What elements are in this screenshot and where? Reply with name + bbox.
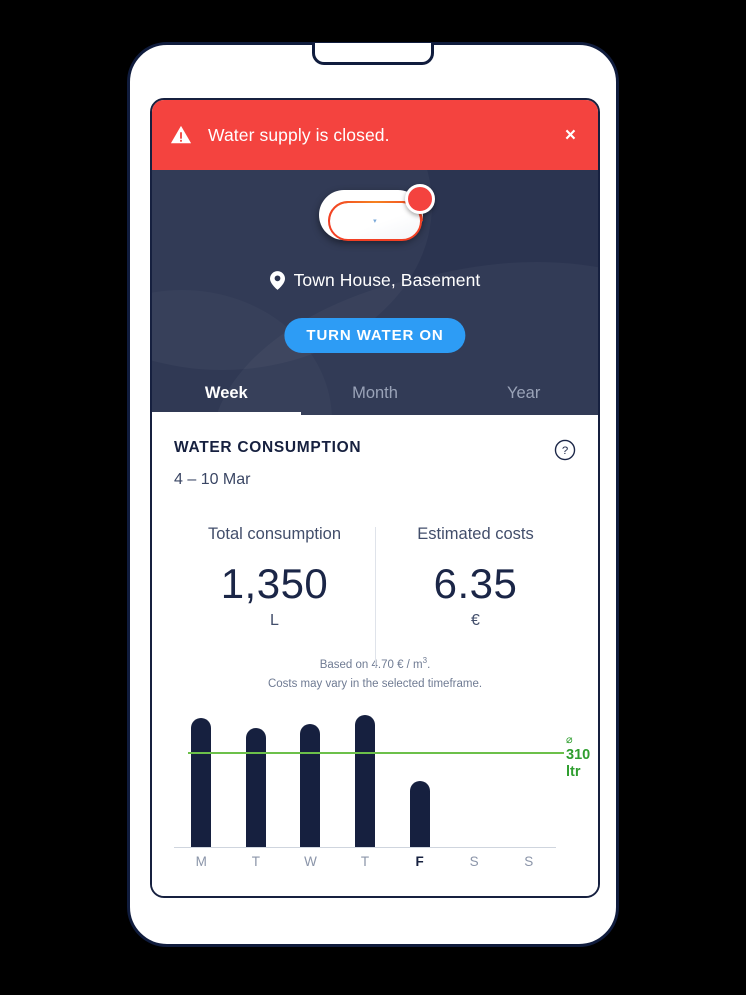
status-badge xyxy=(405,184,435,214)
stats-divider xyxy=(375,527,376,667)
chart-baseline xyxy=(174,846,556,849)
fine-print-line-2: Costs may vary in the selected timeframe… xyxy=(267,677,483,690)
chart-plot-area xyxy=(174,714,556,848)
location-row: Town House, Basement xyxy=(152,270,598,291)
warning-triangle-icon xyxy=(170,125,192,144)
chart-x-label: T xyxy=(360,853,370,869)
tab-year[interactable]: Year xyxy=(449,371,598,415)
average-symbol-icon: ⌀ xyxy=(566,733,573,746)
chart-x-axis: MTWTFSS xyxy=(174,854,556,869)
water-consumption-card: WATER CONSUMPTION ? 4 – 10 Mar Total con… xyxy=(152,415,598,896)
fine-print-rate: Based on 4.70 € / m xyxy=(319,658,423,671)
chart-x-label: F xyxy=(415,853,424,869)
water-valve-device-icon[interactable]: ▾ xyxy=(315,184,435,246)
chart-x-label: T xyxy=(251,853,260,869)
stat-total-consumption: Total consumption 1,350 L xyxy=(174,525,375,630)
fine-print-period: . xyxy=(427,658,431,671)
chart-x-label: S xyxy=(524,853,534,869)
close-icon[interactable]: × xyxy=(563,122,578,149)
tab-month[interactable]: Month xyxy=(301,371,450,415)
card-header: WATER CONSUMPTION ? xyxy=(174,439,576,461)
alert-message: Water supply is closed. xyxy=(208,124,390,145)
water-drop-icon: ▾ xyxy=(373,218,377,225)
alert-banner: Water supply is closed. × xyxy=(152,100,598,170)
chart-x-label: M xyxy=(195,853,207,869)
chart-bar[interactable] xyxy=(191,717,212,848)
stat-value: 1,350 xyxy=(220,560,329,607)
svg-text:?: ? xyxy=(562,445,568,457)
date-range-label: 4 – 10 Mar xyxy=(174,471,251,488)
phone-notch xyxy=(312,43,434,65)
chart-x-label: W xyxy=(304,853,317,869)
stat-label: Estimated costs xyxy=(417,525,534,543)
average-unit: ltr xyxy=(566,763,581,780)
stats-row: Total consumption 1,350 L Estimated cost… xyxy=(174,525,576,667)
question-mark-circle-icon[interactable]: ? xyxy=(554,439,576,461)
chart-x-label: S xyxy=(469,853,479,869)
turn-water-on-button[interactable]: TURN WATER ON xyxy=(284,318,466,353)
stat-value: 6.35 xyxy=(433,560,518,607)
location-pin-icon xyxy=(269,271,285,290)
phone-device-frame: Water supply is closed. × ▾ Town House, … xyxy=(127,42,619,947)
stat-label: Total consumption xyxy=(208,525,341,543)
location-label: Town House, Basement xyxy=(293,270,481,290)
chart-bar[interactable] xyxy=(245,727,266,848)
average-label: ⌀ 310 ltr xyxy=(566,734,590,781)
app-screen: Water supply is closed. × ▾ Town House, … xyxy=(150,98,600,898)
chart-bar[interactable] xyxy=(355,714,375,848)
timeframe-tabs: Week Month Year xyxy=(152,371,598,415)
tab-week[interactable]: Week xyxy=(152,371,301,415)
page-title: WATER CONSUMPTION xyxy=(174,439,362,456)
chart-bar[interactable] xyxy=(300,723,321,848)
average-value: 310 xyxy=(566,746,591,763)
stat-unit: € xyxy=(471,612,480,629)
average-line xyxy=(188,751,564,755)
stat-unit: L xyxy=(270,612,279,629)
device-hero: ▾ Town House, Basement TURN WATER ON Wee… xyxy=(152,170,598,415)
stat-estimated-costs: Estimated costs 6.35 € xyxy=(375,525,576,630)
consumption-bar-chart: ⌀ 310 ltr M T W T F S S xyxy=(174,714,590,874)
chart-bar[interactable] xyxy=(409,780,430,848)
